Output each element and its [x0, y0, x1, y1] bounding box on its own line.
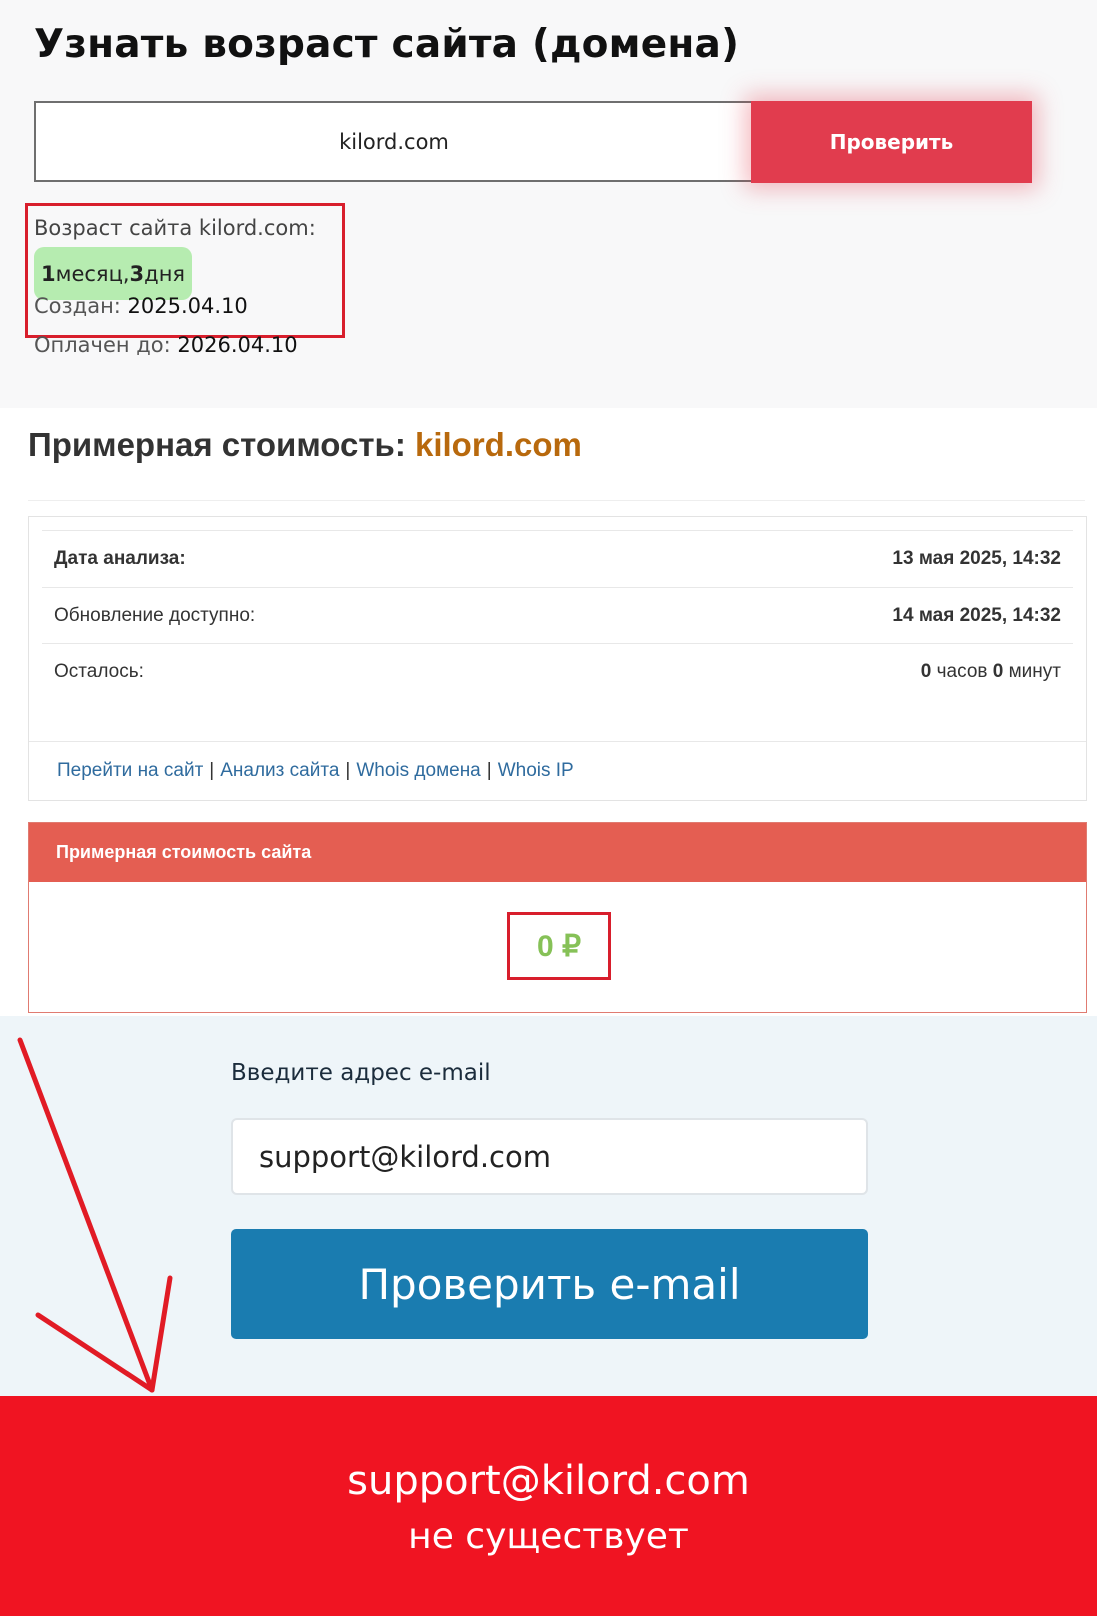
- goto-site-link[interactable]: Перейти на сайт: [57, 760, 203, 782]
- analysis-date-label: Дата анализа:: [54, 548, 186, 569]
- remaining-row: Осталось: 0 часов 0 минут: [42, 643, 1073, 700]
- arrow-head-left: [35, 1312, 155, 1393]
- age-months-number: 1: [41, 261, 56, 286]
- cost-title-domain: kilord.com: [414, 426, 582, 463]
- created-label: Создан:: [34, 294, 128, 318]
- analysis-info-panel: Дата анализа: 13 мая 2025, 14:32 Обновле…: [28, 516, 1087, 801]
- check-email-button[interactable]: Проверить e-mail: [231, 1229, 868, 1339]
- remaining-hours-unit: часов: [931, 661, 993, 682]
- divider: [28, 500, 1085, 501]
- site-links: Перейти на сайт | Анализ сайта | Whois д…: [29, 741, 1086, 800]
- cost-title-prefix: Примерная стоимость:: [28, 426, 415, 463]
- analysis-date-row: Дата анализа: 13 мая 2025, 14:32: [42, 530, 1073, 587]
- age-label: Возраст сайта kilord.com:: [34, 216, 316, 240]
- update-available-row: Обновление доступно: 14 мая 2025, 14:32: [42, 587, 1073, 644]
- remaining-hours: 0: [920, 661, 932, 682]
- update-value: 14 мая 2025, 14:32: [892, 605, 1061, 626]
- age-badge: 1 месяц, 3 дня: [34, 247, 193, 300]
- email-input[interactable]: [231, 1118, 868, 1195]
- paid-row: Оплачен до: 2026.04.10: [34, 333, 298, 357]
- cost-title: Примерная стоимость: kilord.com: [28, 426, 582, 464]
- age-months-word: месяц,: [55, 261, 130, 286]
- whois-domain-link[interactable]: Whois домена: [356, 760, 480, 782]
- link-separator: |: [486, 760, 492, 781]
- domain-age-section: Узнать возраст сайта (домена) Проверить …: [0, 0, 1097, 408]
- page-title: Узнать возраст сайта (домена): [34, 22, 740, 67]
- estimated-cost-panel: Примерная стоимость сайта 0 ₽: [28, 822, 1087, 1013]
- result-banner: support@kilord.com не существует: [0, 1396, 1097, 1616]
- update-label: Обновление доступно:: [54, 605, 256, 626]
- result-status: не существует: [408, 1516, 689, 1557]
- arrow-head-right: [149, 1275, 173, 1393]
- check-domain-button[interactable]: Проверить: [751, 101, 1032, 183]
- age-days-number: 3: [129, 261, 145, 286]
- paid-label: Оплачен до:: [34, 333, 178, 357]
- arrow-shaft: [17, 1037, 155, 1393]
- site-analysis-link[interactable]: Анализ сайта: [220, 760, 339, 782]
- site-cost-section: Примерная стоимость: kilord.com Дата ана…: [7, 408, 1090, 1016]
- created-value: 2025.04.10: [127, 294, 248, 318]
- email-label: Введите адрес e-mail: [231, 1060, 491, 1086]
- link-separator: |: [345, 760, 351, 781]
- analysis-date-value: 13 мая 2025, 14:32: [892, 548, 1061, 569]
- whois-ip-link[interactable]: Whois IP: [498, 760, 574, 782]
- remaining-value: 0 часов 0 минут: [921, 661, 1061, 683]
- result-email: support@kilord.com: [347, 1458, 750, 1504]
- annotation-arrow-icon: [17, 1037, 173, 1393]
- paid-value: 2026.04.10: [177, 333, 298, 357]
- age-days-word: дня: [144, 261, 186, 286]
- cost-panel-header: Примерная стоимость сайта: [29, 823, 1086, 882]
- price-value: 0 ₽: [507, 912, 611, 980]
- link-separator: |: [209, 760, 215, 781]
- remaining-minutes-unit: минут: [1003, 661, 1061, 682]
- domain-input[interactable]: [34, 101, 752, 182]
- created-row: Создан: 2025.04.10: [34, 294, 248, 318]
- remaining-minutes: 0: [992, 661, 1004, 682]
- remaining-label: Осталось:: [54, 661, 144, 682]
